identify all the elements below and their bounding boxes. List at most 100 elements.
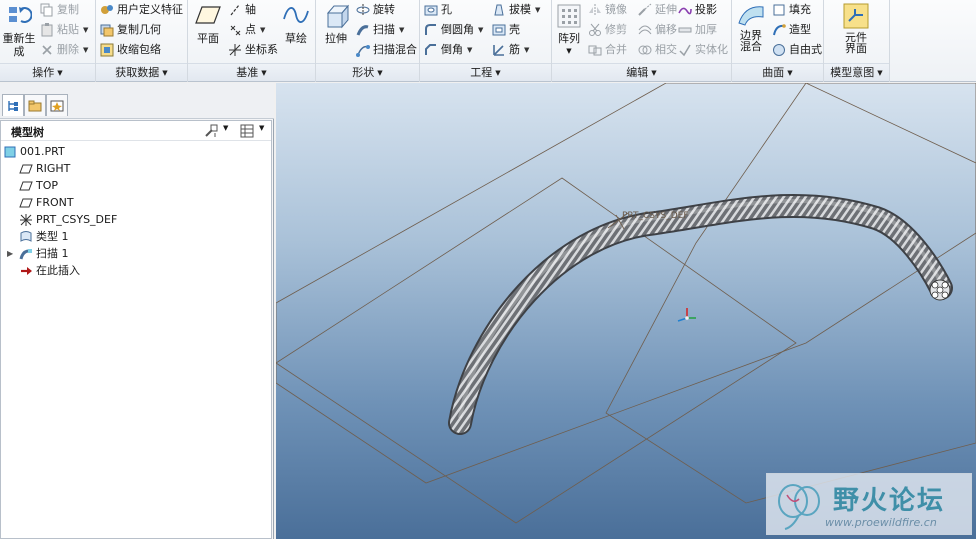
group-datum: 平面 轴 点 ▼ 坐标系 草绘 基准 ▼ xyxy=(188,0,316,82)
style-button[interactable]: 造型 xyxy=(772,21,811,39)
datum-plane-icon xyxy=(19,162,33,176)
group-label-surfaces[interactable]: 曲面 ▼ xyxy=(732,63,823,81)
tab-model-tree[interactable] xyxy=(2,94,24,116)
solidify-button[interactable]: 实体化 xyxy=(678,41,728,59)
swept-blend-button[interactable]: 扫描混合 xyxy=(356,41,417,59)
paste-button[interactable]: 粘贴 ▼ xyxy=(40,21,88,39)
datum-plane-top[interactable] xyxy=(276,83,976,484)
trim-button[interactable]: 修剪 xyxy=(588,21,627,39)
fill-button[interactable]: 填充 xyxy=(772,1,811,19)
plane-button[interactable]: 平面 xyxy=(191,3,225,45)
datum-plane-front[interactable] xyxy=(276,177,797,524)
intersect-button[interactable]: 相交 xyxy=(638,41,677,59)
rib-button[interactable]: 筋 ▼ xyxy=(492,41,529,59)
copy-button[interactable]: 复制 xyxy=(40,1,79,19)
tree-columns-icon[interactable] xyxy=(239,123,255,139)
shrinkwrap-label: 收缩包络 xyxy=(117,43,161,56)
csys-label: 坐标系 xyxy=(245,43,278,56)
group-label-engineering[interactable]: 工程 ▼ xyxy=(420,63,551,81)
delete-button[interactable]: 删除 ▼ xyxy=(40,41,88,59)
tree-node-label: 在此插入 xyxy=(36,264,80,277)
paste-label: 粘贴 xyxy=(57,23,79,36)
shrinkwrap-button[interactable]: 收缩包络 xyxy=(100,41,161,59)
csys-button[interactable]: 坐标系 xyxy=(228,41,278,59)
copy-geometry-button[interactable]: 复制几何 xyxy=(100,21,161,39)
group-label-datum[interactable]: 基准 ▼ xyxy=(188,63,315,81)
pattern-label: 阵列 xyxy=(558,32,580,45)
tree-columns-dropdown[interactable]: ▼ xyxy=(259,124,264,132)
group-label-editing[interactable]: 编辑 ▼ xyxy=(552,63,731,81)
tab-favorites[interactable] xyxy=(46,94,68,116)
point-button[interactable]: 点 ▼ xyxy=(228,21,265,39)
sweep-button[interactable]: 扫描 ▼ xyxy=(356,21,404,39)
tree-node-csys[interactable]: PRT_CSYS_DEF xyxy=(19,211,117,228)
tree-node-type1[interactable]: 类型 1 xyxy=(19,228,69,245)
chamfer-button[interactable]: 倒角 ▼ xyxy=(424,41,472,59)
group-label-shapes[interactable]: 形状 ▼ xyxy=(316,63,419,81)
offset-button[interactable]: 偏移 xyxy=(638,21,677,39)
rib-label: 筋 xyxy=(509,43,520,56)
chamfer-label: 倒角 xyxy=(441,43,463,56)
freestyle-button[interactable]: 自由式 xyxy=(772,41,822,59)
group-label-operations[interactable]: 操作 ▼ xyxy=(0,63,95,81)
fill-label: 填充 xyxy=(789,3,811,16)
merge-button[interactable]: 合并 xyxy=(588,41,627,59)
csys-icon xyxy=(19,213,33,227)
regenerate-icon xyxy=(6,3,33,29)
draft-label: 拔模 xyxy=(509,3,531,16)
tree-node-front[interactable]: FRONT xyxy=(19,194,74,211)
merge-label: 合并 xyxy=(605,43,627,56)
freestyle-icon xyxy=(772,43,786,57)
group-engineering: 孔 倒圆角 ▼ 倒角 ▼ 拔模 ▼ 壳 筋 ▼ 工程 ▼ xyxy=(420,0,552,82)
thicken-button[interactable]: 加厚 xyxy=(678,21,717,39)
rope-end-section xyxy=(929,279,951,301)
chamfer-icon xyxy=(424,43,438,57)
project-button[interactable]: 投影 xyxy=(678,1,717,19)
boundary-blend-button[interactable]: 边界混合 xyxy=(734,3,768,53)
tree-node-sweep1[interactable]: ▶ 扫描 1 xyxy=(7,245,69,262)
group-editing: 阵列 ▼ 镜像 修剪 合并 延伸 偏移 相交 投影 加厚 实体化 编辑 ▼ xyxy=(552,0,732,82)
merge-icon xyxy=(588,43,602,57)
offset-icon xyxy=(638,23,652,37)
tree-node-insert-here[interactable]: 在此插入 xyxy=(19,262,80,279)
component-interface-label: 元件界面 xyxy=(845,31,867,55)
pattern-button[interactable]: 阵列 ▼ xyxy=(554,3,584,58)
tree-settings-dropdown[interactable]: ▼ xyxy=(223,124,228,132)
tab-folder-browser[interactable] xyxy=(24,94,46,116)
model-tree-header: 模型树 ▼ ▼ xyxy=(1,121,271,141)
regenerate-button[interactable]: 重新生成 xyxy=(2,3,36,58)
tree-node-right[interactable]: RIGHT xyxy=(19,160,70,177)
tree-node-part[interactable]: 001.PRT xyxy=(3,143,65,160)
group-operations: 重新生成 复制 粘贴 ▼ 删除 ▼ 操作 ▼ xyxy=(0,0,96,82)
round-button[interactable]: 倒圆角 ▼ xyxy=(424,21,483,39)
datum-plane-right[interactable] xyxy=(605,83,976,504)
axis-button[interactable]: 轴 xyxy=(228,1,256,19)
extrude-button[interactable]: 拉伸 xyxy=(320,3,352,45)
hole-button[interactable]: 孔 xyxy=(424,1,452,19)
expand-arrow-icon[interactable]: ▶ xyxy=(7,245,13,262)
group-label-get-data[interactable]: 获取数据 ▼ xyxy=(96,63,187,81)
mirror-button[interactable]: 镜像 xyxy=(588,1,627,19)
tree-settings-icon[interactable] xyxy=(203,123,219,139)
plane-icon xyxy=(194,3,222,29)
tree-node-top[interactable]: TOP xyxy=(19,177,58,194)
shell-button[interactable]: 壳 xyxy=(492,21,520,39)
tree-node-label: PRT_CSYS_DEF xyxy=(36,213,118,226)
extend-button[interactable]: 延伸 xyxy=(638,1,677,19)
revolve-icon xyxy=(356,3,370,17)
group-shapes: 拉伸 旋转 扫描 ▼ 扫描混合 形状 ▼ xyxy=(316,0,420,82)
folder-icon xyxy=(28,100,42,111)
component-interface-button[interactable]: 元件界面 xyxy=(838,3,874,55)
sweep-rope[interactable] xyxy=(448,193,953,435)
draft-button[interactable]: 拔模 ▼ xyxy=(492,1,540,19)
round-label: 倒圆角 xyxy=(441,23,474,36)
forum-watermark: 野火论坛 www.proewildfire.cn xyxy=(766,473,972,535)
sketch-button[interactable]: 草绘 xyxy=(280,3,312,45)
swept-blend-icon xyxy=(356,43,370,57)
udf-button[interactable]: 用户定义特征 xyxy=(100,1,183,19)
mirror-label: 镜像 xyxy=(605,3,627,16)
extend-label: 延伸 xyxy=(655,3,677,16)
revolve-button[interactable]: 旋转 xyxy=(356,1,395,19)
graphics-viewport[interactable]: PRT_CSYS_DEF 野火论坛 www.proewildfire.cn xyxy=(276,83,976,539)
group-label-model-intent[interactable]: 模型意图 ▼ xyxy=(824,63,889,81)
